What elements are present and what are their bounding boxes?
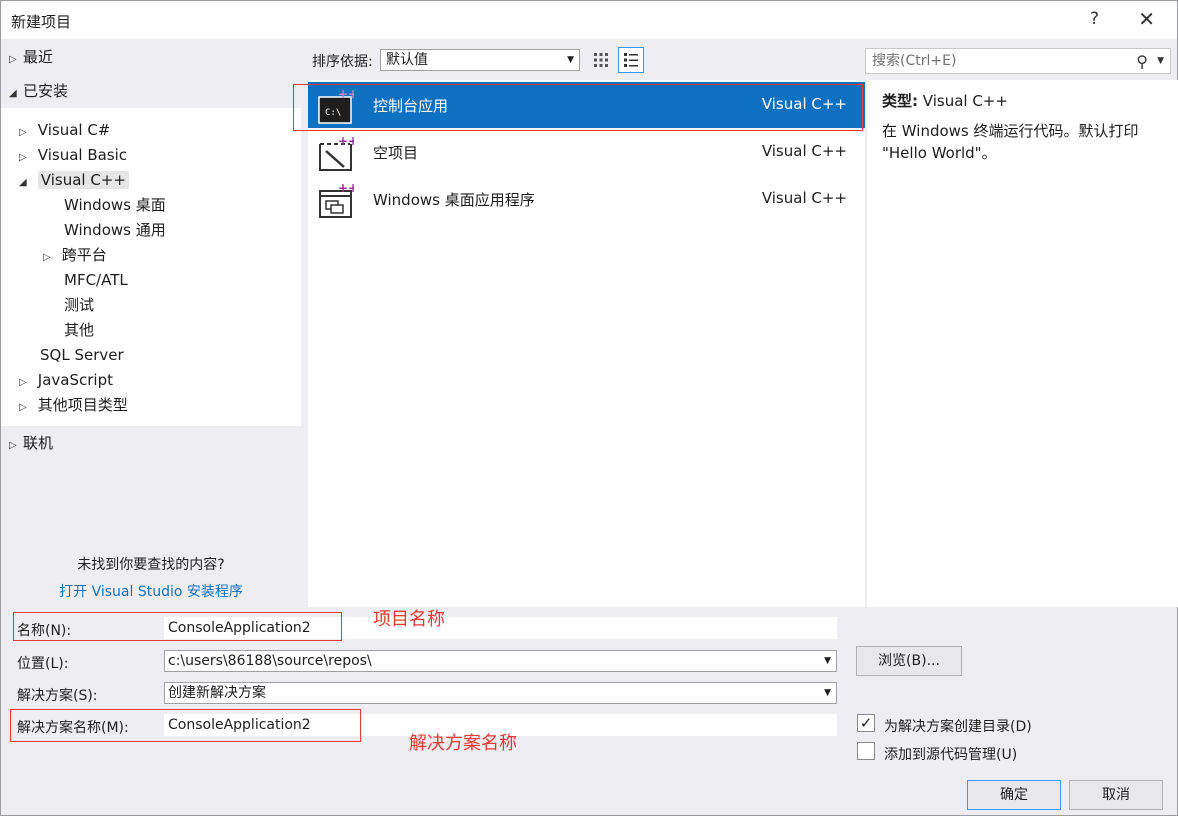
open-installer-link[interactable]: 打开 Visual Studio 安装程序: [1, 581, 301, 601]
template-language: Visual C++: [761, 142, 847, 160]
annotation-solution-name: 解决方案名称: [409, 733, 517, 754]
source-control-checkbox[interactable]: [857, 742, 875, 760]
close-button[interactable]: ✕: [1138, 7, 1155, 31]
svg-text:++: ++: [338, 135, 354, 148]
create-directory-checkbox[interactable]: ✓: [857, 714, 875, 732]
list-view-icon: [624, 53, 638, 67]
list-view-button[interactable]: [618, 47, 644, 73]
tree-item-cross-platform[interactable]: ▷ 跨平台: [43, 243, 107, 267]
template-list: C:\ ++ 控制台应用 Visual C++ ++ 空项目 Visual C+…: [308, 80, 865, 607]
empty-project-icon: ++: [319, 135, 354, 171]
create-directory-label: 为解决方案创建目录(D): [884, 719, 1032, 735]
template-name: 空项目: [373, 144, 419, 162]
expand-arrow-icon: ▷: [19, 152, 27, 163]
annotation-project-name: 项目名称: [373, 609, 445, 630]
expand-arrow-icon: ▷: [19, 402, 27, 413]
tree-item-visual-csharp[interactable]: ▷ Visual C#: [19, 118, 110, 142]
grid-view-icon: [594, 53, 608, 67]
template-language: Visual C++: [761, 189, 847, 207]
not-found-text: 未找到你要查找的内容?: [77, 557, 225, 573]
location-dropdown[interactable]: c:\users\86188\source\repos\ ▼: [164, 650, 837, 672]
title-bar: 新建项目 ? ✕: [1, 1, 1177, 39]
template-name: Windows 桌面应用程序: [373, 191, 535, 209]
location-label: 位置(L):: [17, 656, 69, 672]
dropdown-arrow-icon: ▼: [824, 688, 831, 698]
dropdown-arrow-icon: ▼: [567, 55, 574, 65]
highlight-box-template: [293, 84, 863, 131]
dropdown-arrow-icon: ▼: [824, 656, 831, 666]
template-type: 类型: Visual C++: [882, 92, 1008, 110]
search-options-arrow-icon[interactable]: ▼: [1157, 49, 1164, 73]
solution-dropdown[interactable]: 创建新解决方案 ▼: [164, 682, 837, 704]
tree-item-mfc-atl[interactable]: MFC/ATL: [64, 268, 128, 292]
solution-label: 解决方案(S):: [17, 688, 98, 704]
expand-arrow-icon: ▷: [19, 127, 27, 138]
expand-arrow-icon: ▷: [9, 54, 17, 65]
template-item-empty-project[interactable]: ++ 空项目 Visual C++: [308, 129, 865, 175]
sort-dropdown[interactable]: 默认值 ▼: [380, 49, 580, 71]
search-input[interactable]: 搜索(Ctrl+E) ⚲ ▼: [865, 48, 1171, 74]
category-recent[interactable]: ▷ 最近: [9, 45, 53, 69]
svg-text:++: ++: [338, 182, 354, 195]
tree-item-windows-desktop[interactable]: Windows 桌面: [64, 193, 166, 217]
template-item-windows-desktop-app[interactable]: ++ Windows 桌面应用程序 Visual C++: [308, 176, 865, 222]
highlight-box-name: [13, 612, 342, 641]
category-online[interactable]: ▷ 联机: [9, 431, 53, 455]
tree-item-other-project-types[interactable]: ▷ 其他项目类型: [19, 393, 128, 417]
tree-item-test[interactable]: 测试: [64, 293, 94, 317]
expand-arrow-icon: ▷: [9, 440, 17, 451]
search-icon: ⚲: [1136, 52, 1148, 71]
new-project-dialog: 新建项目 ? ✕ ▷ 最近 ◢ 已安装 ▷ Visual C# ▷ Visual B…: [0, 0, 1178, 816]
expand-arrow-icon: ▷: [43, 252, 51, 263]
collapse-arrow-icon: ◢: [19, 177, 27, 188]
expand-arrow-icon: ▷: [19, 377, 27, 388]
sort-label: 排序依据:: [312, 54, 373, 70]
windows-desktop-app-icon: ++: [319, 182, 354, 218]
category-installed[interactable]: ◢ 已安装: [9, 79, 68, 103]
tree-item-windows-universal[interactable]: Windows 通用: [64, 218, 166, 242]
tree-item-other[interactable]: 其他: [64, 318, 94, 342]
dialog-title: 新建项目: [11, 13, 72, 31]
grid-view-button[interactable]: [588, 47, 614, 73]
tree-item-visual-cpp[interactable]: ◢ Visual C++: [19, 168, 129, 192]
help-button[interactable]: ?: [1090, 9, 1099, 29]
tree-item-sql-server[interactable]: SQL Server: [40, 343, 124, 367]
browse-button[interactable]: 浏览(B)...: [856, 646, 962, 676]
cancel-button[interactable]: 取消: [1069, 780, 1163, 810]
source-control-label: 添加到源代码管理(U): [884, 747, 1018, 763]
collapse-arrow-icon: ◢: [9, 88, 17, 99]
template-description: 在 Windows 终端运行代码。默认打印 "Hello World"。: [882, 122, 1139, 162]
ok-button[interactable]: 确定: [967, 780, 1061, 810]
tree-item-javascript[interactable]: ▷ JavaScript: [19, 368, 113, 392]
tree-item-visual-basic[interactable]: ▷ Visual Basic: [19, 143, 127, 167]
highlight-box-solution-name: [10, 709, 361, 742]
description-pane: 类型: Visual C++ 在 Windows 终端运行代码。默认打印 "He…: [867, 80, 1178, 607]
